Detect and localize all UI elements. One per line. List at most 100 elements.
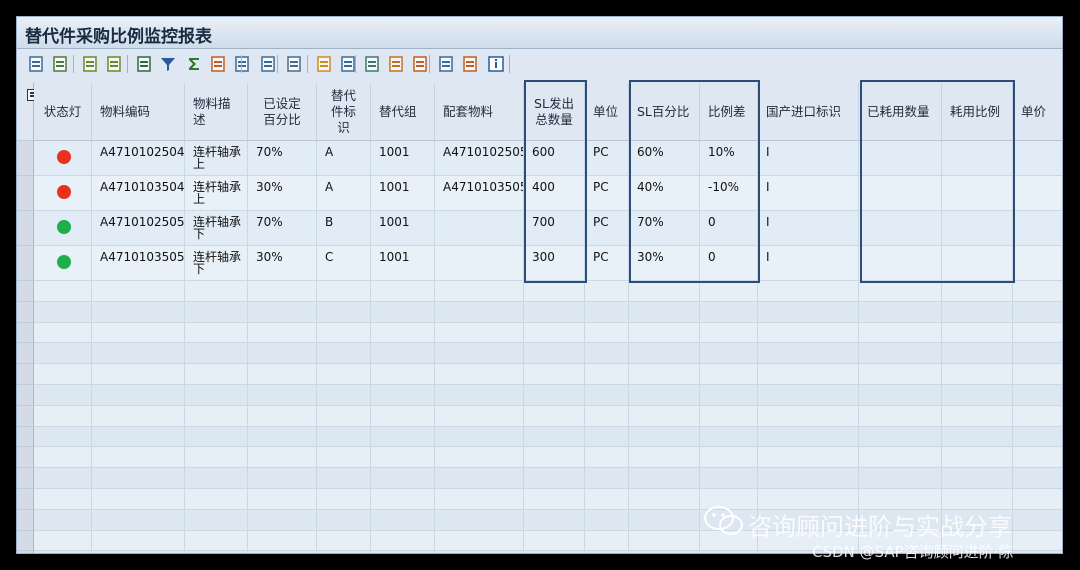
cell-status[interactable] [34,211,92,246]
empty-cell[interactable] [371,551,435,553]
empty-cell[interactable] [371,468,435,489]
details-icon[interactable] [27,55,45,73]
cell-unit[interactable]: PC [585,246,629,281]
cell-status[interactable] [34,176,92,211]
column-header-origin[interactable]: 国产进口标识 [758,83,859,141]
abc-analysis-icon[interactable] [363,55,381,73]
empty-cell[interactable] [942,426,1013,448]
empty-cell[interactable] [524,530,585,552]
empty-cell[interactable] [435,447,524,469]
expand-icon[interactable] [233,55,251,73]
empty-cell[interactable] [248,385,317,406]
empty-cell[interactable] [758,426,859,448]
cell-material[interactable]: A4710103504 [92,176,185,211]
empty-cell[interactable] [185,468,248,489]
empty-cell[interactable] [317,551,371,553]
empty-cell[interactable] [700,364,758,385]
empty-cell[interactable] [317,426,371,448]
empty-cell[interactable] [371,405,435,427]
empty-cell[interactable] [629,426,700,448]
sort-descending-icon[interactable] [105,55,123,73]
empty-cell[interactable] [758,343,859,365]
cell-price[interactable] [1013,176,1062,211]
empty-cell[interactable] [758,281,859,302]
empty-cell[interactable] [435,509,524,531]
cell-paired[interactable]: A4710103505 [435,176,524,211]
empty-cell[interactable] [92,281,185,302]
empty-cell[interactable] [92,343,185,365]
empty-cell[interactable] [248,509,317,531]
empty-cell[interactable] [317,447,371,469]
empty-cell[interactable] [524,385,585,406]
empty-cell[interactable] [435,426,524,448]
column-header-set_pct[interactable]: 已设定 百分比 [248,83,317,141]
empty-cell[interactable] [1013,447,1062,469]
column-header-desc[interactable]: 物料描 述 [185,83,248,141]
empty-cell[interactable] [524,405,585,427]
empty-cell[interactable] [248,301,317,323]
empty-cell[interactable] [34,343,92,365]
empty-cell[interactable] [942,301,1013,323]
empty-cell[interactable] [317,468,371,489]
empty-cell[interactable] [524,322,585,344]
empty-cell[interactable] [435,530,524,552]
column-header-paired[interactable]: 配套物料 [435,83,524,141]
empty-cell[interactable] [1013,530,1062,552]
empty-cell[interactable] [185,489,248,510]
column-header-alt_group[interactable]: 替代组 [371,83,435,141]
row-selector[interactable] [17,489,34,510]
empty-cell[interactable] [629,281,700,302]
cell-material[interactable]: A4710102505 [92,211,185,246]
empty-cell[interactable] [317,385,371,406]
row-selector[interactable] [17,426,34,448]
cell-status[interactable] [34,141,92,176]
empty-cell[interactable] [185,364,248,385]
empty-cell[interactable] [435,405,524,427]
empty-cell[interactable] [524,301,585,323]
row-selector[interactable] [17,385,34,406]
empty-cell[interactable] [524,426,585,448]
empty-cell[interactable] [371,489,435,510]
empty-cell[interactable] [700,322,758,344]
cell-origin[interactable]: I [758,176,859,211]
cell-price[interactable] [1013,211,1062,246]
column-header-alt_flag[interactable]: 替代 件标 识 [317,83,371,141]
empty-cell[interactable] [371,281,435,302]
empty-cell[interactable] [700,385,758,406]
empty-cell[interactable] [942,468,1013,489]
layout-change-icon[interactable] [437,55,455,73]
row-selector[interactable] [17,211,34,246]
empty-cell[interactable] [524,489,585,510]
empty-cell[interactable] [1013,551,1062,553]
empty-cell[interactable] [317,530,371,552]
empty-cell[interactable] [859,385,942,406]
empty-cell[interactable] [585,530,629,552]
column-header-unit[interactable]: 单位 [585,83,629,141]
cell-set_pct[interactable]: 30% [248,246,317,281]
empty-cell[interactable] [185,322,248,344]
empty-cell[interactable] [248,447,317,469]
row-selector[interactable] [17,405,34,427]
empty-cell[interactable] [371,426,435,448]
cell-unit[interactable]: PC [585,176,629,211]
empty-cell[interactable] [524,281,585,302]
empty-cell[interactable] [1013,301,1062,323]
cell-unit[interactable]: PC [585,211,629,246]
row-selector[interactable] [17,343,34,365]
export-icon[interactable] [285,55,303,73]
empty-cell[interactable] [942,281,1013,302]
empty-cell[interactable] [758,364,859,385]
empty-cell[interactable] [34,364,92,385]
empty-cell[interactable] [34,468,92,489]
empty-cell[interactable] [1013,281,1062,302]
empty-cell[interactable] [371,364,435,385]
empty-cell[interactable] [435,364,524,385]
empty-cell[interactable] [92,509,185,531]
empty-cell[interactable] [859,405,942,427]
empty-cell[interactable] [435,385,524,406]
empty-cell[interactable] [435,468,524,489]
row-selector[interactable] [17,530,34,552]
empty-cell[interactable] [700,343,758,365]
row-selector[interactable] [17,364,34,385]
empty-cell[interactable] [859,468,942,489]
